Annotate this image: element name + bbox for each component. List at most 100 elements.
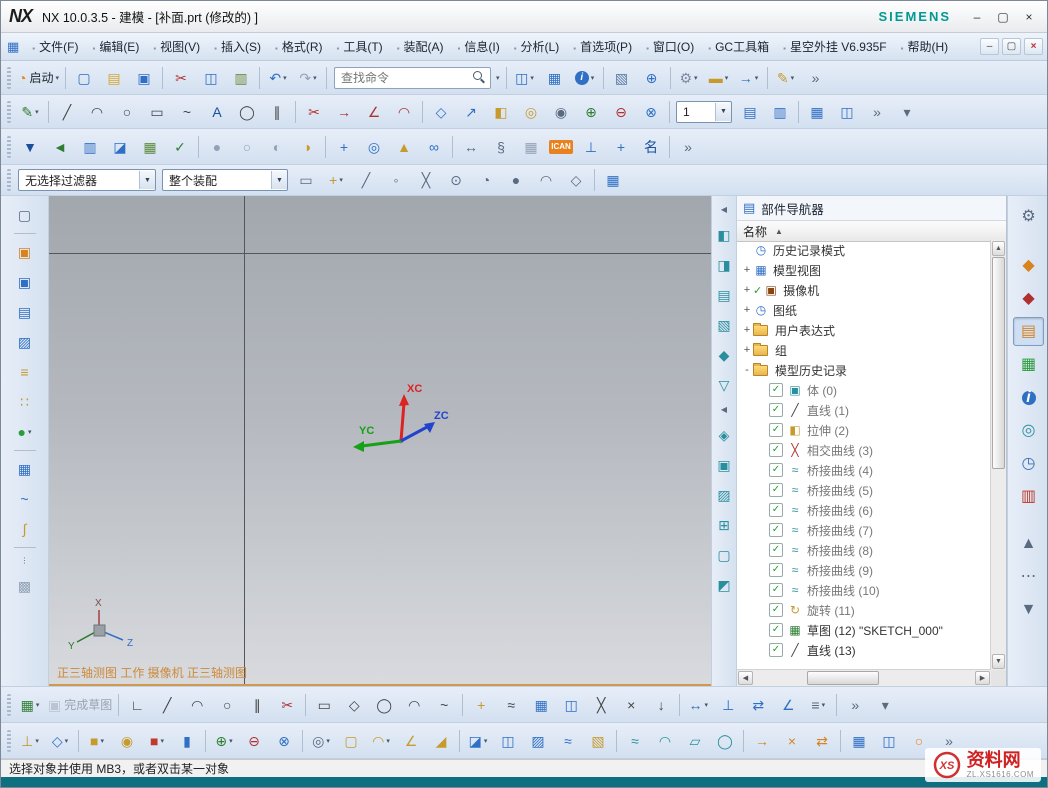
menu-item-10[interactable]: 窗口(O) [639,35,701,58]
command-search-input[interactable] [339,70,471,86]
feature-checkbox[interactable]: ✓ [769,503,783,517]
feature-checkbox[interactable]: ✓ [769,403,783,417]
rectangle-icon[interactable]: ▭ [143,99,171,125]
direct-sketch-icon[interactable]: ▦▾ [16,692,44,718]
sphere-add-icon[interactable]: ●▾ [11,419,39,445]
snap-quadrant-icon[interactable]: ◔ [472,167,500,193]
spline-icon[interactable]: ~ [430,692,458,718]
expand-toggle-icon[interactable]: + [741,284,753,296]
menu-item-7[interactable]: 信息(I) [451,35,507,58]
window-icon[interactable]: ◫▾ [511,65,539,91]
project-curve-icon[interactable]: ↓ [647,692,675,718]
mirror-feature-icon[interactable]: ◫ [875,728,903,754]
tree-item[interactable]: +✓▣摄像机 [737,280,991,300]
tree-item[interactable]: ✓▦草图 (12) "SKETCH_000" [737,620,991,640]
pen-tool-icon[interactable]: ✎▾ [772,65,800,91]
freeform-tool-icon[interactable]: ∫ [11,516,39,542]
form-feature-icon-11[interactable]: ▢ [710,542,738,568]
datum-plane-edge-vertical[interactable] [244,196,245,684]
menu-item-5[interactable]: 工具(T) [330,35,390,58]
layout-icon[interactable]: ▥ [76,134,104,160]
form-feature-icon-3[interactable]: ▤ [710,282,738,308]
display-part-icon[interactable]: ▧ [608,65,636,91]
part-box-icon[interactable]: ▣ [11,269,39,295]
snap-view-icon[interactable]: ▦ [136,134,164,160]
history-palette-icon[interactable]: ◎ [1013,416,1044,445]
assembly-constraint-icon[interactable]: ⊥ [577,134,605,160]
gear-icon[interactable]: ⚙ [1013,202,1044,231]
expand-toggle-icon[interactable]: + [741,304,753,316]
menu-item-12[interactable]: 星空外挂 V6.935F [776,35,894,58]
tree-item[interactable]: ✓╱直线 (13) [737,640,991,660]
toolbar-overflow-chevron[interactable]: » [863,99,891,125]
mirror-feature-icon[interactable]: ◫ [833,99,861,125]
point-icon[interactable]: + [467,692,495,718]
intersect-icon[interactable]: ⊗ [270,728,298,754]
feature-checkbox[interactable]: ✓ [769,583,783,597]
tile-windows-icon[interactable]: ▦ [541,65,569,91]
toolbar-grip-handle[interactable] [7,730,11,752]
swept-icon[interactable]: ◠ [651,728,679,754]
sort-arrow-icon[interactable]: ▲ [775,227,783,236]
open-icon[interactable]: ▤ [100,65,128,91]
document-minimize-icon[interactable]: – [980,38,999,55]
make-corner-icon[interactable]: ∠ [360,99,388,125]
geometric-constraints-icon[interactable]: ⊥ [714,692,742,718]
arc-icon[interactable]: ◠ [83,99,111,125]
form-feature-icon-5[interactable]: ◆ [710,342,738,368]
feature-checkbox[interactable]: ✓ [769,423,783,437]
fillet-icon[interactable]: ◠ [390,99,418,125]
constraint-navigator-icon[interactable]: ◆ [1013,284,1044,313]
tree-item[interactable]: ✓╱直线 (1) [737,400,991,420]
grid-snap-icon[interactable]: ▦ [599,167,627,193]
sew-icon[interactable]: ≈ [554,728,582,754]
hole-icon[interactable]: ◉ [547,99,575,125]
expand-toggle-icon[interactable]: - [741,364,753,376]
intersect-icon[interactable]: ⊗ [637,99,665,125]
edge-blend-icon[interactable]: ◠▾ [367,728,395,754]
display-constraints-icon[interactable]: ∠ [774,692,802,718]
feature-checkbox[interactable]: ✓ [769,483,783,497]
collapse-left-icon[interactable]: ◀ [714,202,734,218]
half-shade-icon[interactable]: ◐ [263,134,291,160]
circle-icon[interactable]: ○ [213,692,241,718]
scroll-up-icon[interactable]: ▲ [992,241,1005,256]
pattern-curve-icon[interactable]: ▦ [527,692,555,718]
circle-icon[interactable]: ○ [113,99,141,125]
save-icon[interactable]: ▣ [130,65,158,91]
assembly-navigator-icon[interactable]: ◆ [1013,251,1044,280]
line-icon[interactable]: ╱ [53,99,81,125]
expand-toggle-icon[interactable]: + [741,264,753,276]
menu-item-4[interactable]: 格式(R) [268,35,330,58]
point-dialog-icon[interactable]: +▾ [322,167,350,193]
offset-curve-icon[interactable]: ∥ [263,99,291,125]
sketch-overflow-chevron[interactable]: » [841,692,869,718]
work-layer-combo[interactable]: 1 ▼ [676,101,732,123]
extrude-icon[interactable]: ◧ [487,99,515,125]
expand-toggle-icon[interactable]: + [741,344,753,356]
select-region-icon[interactable]: ▢ [11,202,39,228]
feature-checkbox[interactable]: ✓ [769,623,783,637]
feature-checkbox[interactable]: ✓ [769,563,783,577]
ellipse-icon[interactable]: ◯ [233,99,261,125]
section-view-icon[interactable]: ▲ [390,134,418,160]
search-icon[interactable] [473,71,486,84]
combo-arrow-icon[interactable]: ▼ [715,103,731,121]
scroll-left-icon[interactable]: ◀ [738,671,753,685]
datum-csys-icon[interactable]: ⊥▾ [16,728,44,754]
block-icon[interactable]: ■▾ [143,728,171,754]
graphics-viewport[interactable]: XC YC ZC X Y Z 正三轴测图 工作 摄像机 正三轴测图 [49,196,711,686]
snap-arc-center-icon[interactable]: ⊙ [442,167,470,193]
apply-check-icon[interactable]: ✓ [166,134,194,160]
maximize-icon[interactable]: ▢ [993,8,1013,26]
feature-checkbox[interactable]: ✓ [769,463,783,477]
ican-badge[interactable]: ICAN [547,134,575,160]
tree-item[interactable]: +▦模型视图 [737,260,991,280]
text-icon[interactable]: A [203,99,231,125]
search-options-arrow[interactable]: ▾ [496,74,500,82]
menu-item-13[interactable]: 帮助(H) [894,35,956,58]
menu-item-3[interactable]: 插入(S) [207,35,268,58]
subtract-icon[interactable]: ⊖ [240,728,268,754]
toolbar-overflow-chevron[interactable]: » [674,134,702,160]
menu-item-6[interactable]: 装配(A) [390,35,451,58]
